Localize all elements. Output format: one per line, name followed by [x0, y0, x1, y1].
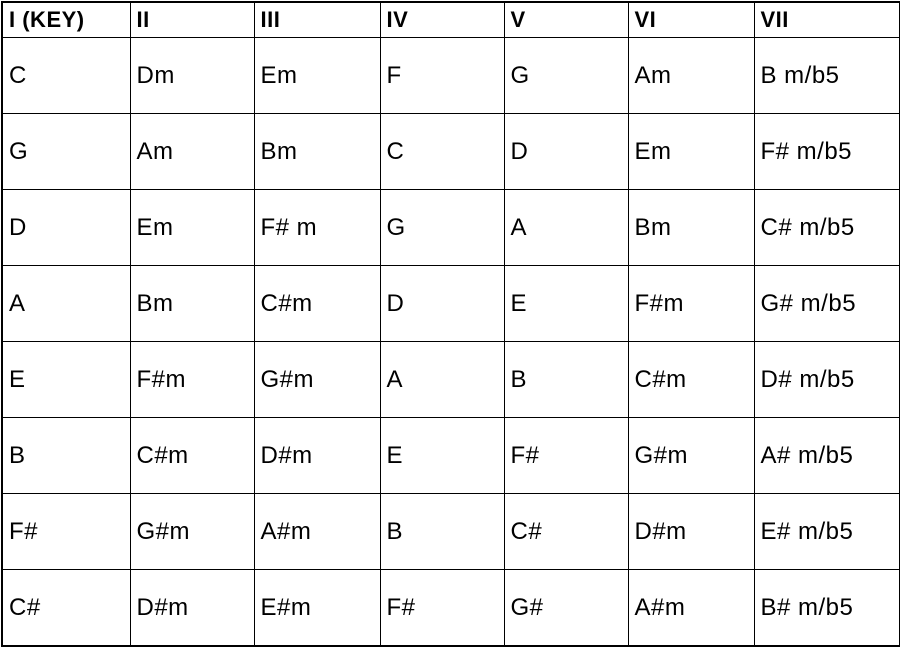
cell: E: [504, 266, 628, 342]
cell: A: [504, 190, 628, 266]
cell: F# m: [254, 190, 380, 266]
table-row: F# G#m A#m B C# D#m E# m/b5: [2, 494, 900, 570]
cell: D#m: [254, 418, 380, 494]
table-row: D Em F# m G A Bm C# m/b5: [2, 190, 900, 266]
cell: B: [380, 494, 504, 570]
cell: A# m/b5: [754, 418, 900, 494]
cell: C: [380, 114, 504, 190]
table-row: A Bm C#m D E F#m G# m/b5: [2, 266, 900, 342]
cell: F#: [504, 418, 628, 494]
col-header: II: [130, 2, 254, 38]
cell: F#: [380, 570, 504, 647]
cell: D: [2, 190, 130, 266]
cell: Em: [254, 38, 380, 114]
cell: Em: [628, 114, 754, 190]
cell: D: [504, 114, 628, 190]
cell: G#m: [130, 494, 254, 570]
cell: G#m: [628, 418, 754, 494]
col-header: III: [254, 2, 380, 38]
table-row: C Dm Em F G Am B m/b5: [2, 38, 900, 114]
cell: Bm: [628, 190, 754, 266]
cell: C#m: [628, 342, 754, 418]
cell: G: [504, 38, 628, 114]
cell: D# m/b5: [754, 342, 900, 418]
cell: C# m/b5: [754, 190, 900, 266]
cell: F: [380, 38, 504, 114]
cell: B: [504, 342, 628, 418]
cell: Bm: [130, 266, 254, 342]
cell: D#m: [628, 494, 754, 570]
cell: A: [380, 342, 504, 418]
cell: G#: [504, 570, 628, 647]
cell: F#m: [130, 342, 254, 418]
cell: Am: [628, 38, 754, 114]
cell: C#: [504, 494, 628, 570]
col-header: IV: [380, 2, 504, 38]
cell: F#m: [628, 266, 754, 342]
cell: Bm: [254, 114, 380, 190]
col-header: VII: [754, 2, 900, 38]
cell: A: [2, 266, 130, 342]
cell: D: [380, 266, 504, 342]
cell: F# m/b5: [754, 114, 900, 190]
table-row: C# D#m E#m F# G# A#m B# m/b5: [2, 570, 900, 647]
chord-table: I (KEY) II III IV V VI VII C Dm Em F G A…: [1, 1, 900, 647]
col-header: VI: [628, 2, 754, 38]
cell: C#m: [254, 266, 380, 342]
cell: B# m/b5: [754, 570, 900, 647]
cell: G: [380, 190, 504, 266]
col-header: V: [504, 2, 628, 38]
cell: Em: [130, 190, 254, 266]
cell: E: [380, 418, 504, 494]
cell: Am: [130, 114, 254, 190]
cell: C#m: [130, 418, 254, 494]
table-row: B C#m D#m E F# G#m A# m/b5: [2, 418, 900, 494]
cell: D#m: [130, 570, 254, 647]
cell: B: [2, 418, 130, 494]
cell: C: [2, 38, 130, 114]
cell: G#m: [254, 342, 380, 418]
table-row: G Am Bm C D Em F# m/b5: [2, 114, 900, 190]
cell: F#: [2, 494, 130, 570]
cell: E: [2, 342, 130, 418]
cell: C#: [2, 570, 130, 647]
table-header-row: I (KEY) II III IV V VI VII: [2, 2, 900, 38]
cell: B m/b5: [754, 38, 900, 114]
cell: A#m: [628, 570, 754, 647]
col-header: I (KEY): [2, 2, 130, 38]
cell: G: [2, 114, 130, 190]
cell: E#m: [254, 570, 380, 647]
cell: A#m: [254, 494, 380, 570]
cell: G# m/b5: [754, 266, 900, 342]
cell: Dm: [130, 38, 254, 114]
table-row: E F#m G#m A B C#m D# m/b5: [2, 342, 900, 418]
cell: E# m/b5: [754, 494, 900, 570]
